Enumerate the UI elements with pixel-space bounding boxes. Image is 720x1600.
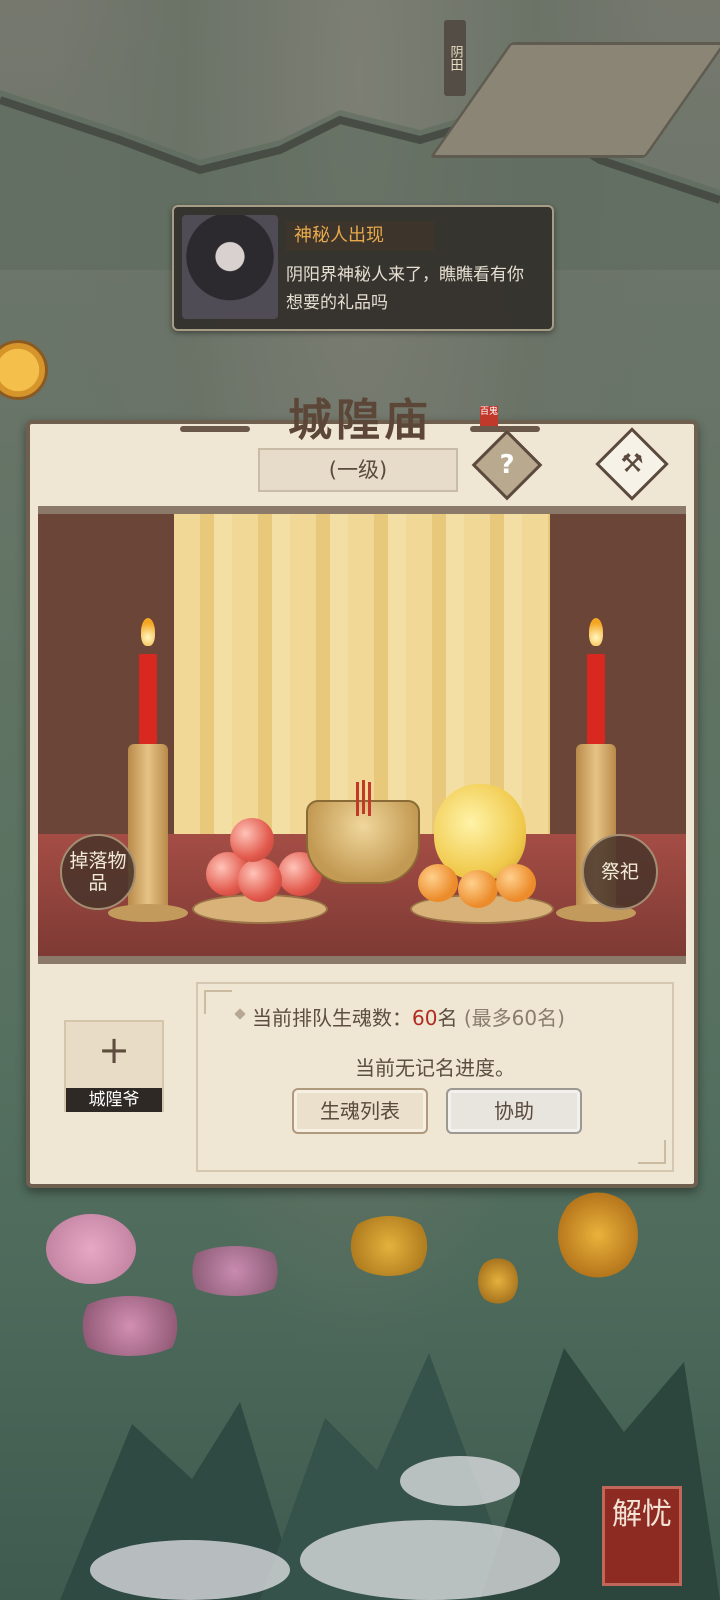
apple-offering	[238, 858, 282, 902]
deity-slot-label: 城隍爷	[66, 1088, 162, 1112]
candle-right	[587, 654, 605, 744]
worship-button[interactable]: 祭祀	[582, 834, 658, 910]
orange-offering	[418, 864, 458, 902]
queue-count-line: 当前排队生魂数：60名 (最多60名)	[234, 1002, 565, 1031]
cloud	[400, 1456, 520, 1506]
flower-bush	[70, 1296, 190, 1356]
golden-tree	[344, 1216, 434, 1276]
corner-ornament	[204, 990, 232, 1014]
flame-icon	[589, 618, 603, 646]
incense-stick	[368, 782, 371, 816]
queue-unit: 名	[437, 1006, 458, 1030]
title-scroll-decoration	[180, 426, 250, 432]
temple-level: (一级)	[258, 448, 458, 492]
temple-info-section: + 城隍爷 当前排队生魂数：60名 (最多60名) 当前无记名进度。 生魂列表 …	[38, 954, 686, 1176]
queue-info-box: 当前排队生魂数：60名 (最多60名) 当前无记名进度。 生魂列表 协助	[196, 982, 674, 1172]
progress-status: 当前无记名进度。	[355, 1056, 515, 1080]
notification-message: 阴阳界神秘人来了，瞧瞧看有你想要的礼品吗	[286, 265, 524, 313]
notification-title: 神秘人出现	[286, 221, 434, 251]
upgrade-button[interactable]: ⚒	[595, 427, 669, 501]
temple-pillar-right	[550, 514, 686, 834]
candle-left	[139, 654, 157, 744]
altar-scene: 掉落物品 祭祀	[38, 506, 686, 964]
hammer-icon: ⚒	[620, 449, 644, 479]
question-icon: ?	[499, 450, 515, 480]
soul-list-button[interactable]: 生魂列表	[292, 1088, 428, 1134]
drop-items-button[interactable]: 掉落物品	[60, 834, 136, 910]
flower-bush	[180, 1246, 290, 1296]
queue-count: 60	[412, 1006, 438, 1030]
panel-header: 城隍庙 百鬼	[180, 386, 540, 456]
cloud	[90, 1540, 290, 1600]
city-god-temple-panel: 城隍庙 百鬼 (一级) ? ⚒ 掉落物品 祭祀 + 城隍爷 当前排队生魂数：60…	[26, 395, 698, 1188]
incense-stick	[362, 780, 365, 814]
queue-max: (最多60名)	[463, 1006, 565, 1030]
flame-icon	[141, 618, 155, 646]
field-sign[interactable]: 阴田	[444, 20, 466, 96]
corner-ornament	[638, 1140, 666, 1164]
golden-tree	[558, 1190, 638, 1280]
cloud	[300, 1520, 560, 1600]
deity-slot[interactable]: + 城隍爷	[64, 1020, 164, 1112]
apple-offering	[230, 818, 274, 862]
queue-label: 当前排队生魂数：	[252, 1006, 412, 1030]
incense-stick	[356, 782, 359, 816]
panel-title: 城隍庙	[288, 395, 432, 446]
orange-offering	[458, 870, 498, 908]
assist-button[interactable]: 协助	[446, 1088, 582, 1134]
orange-offering	[496, 864, 536, 902]
add-icon: +	[98, 1028, 130, 1072]
golden-tree	[478, 1256, 518, 1306]
mysterious-person-avatar	[182, 215, 278, 319]
diamond-bullet-icon	[234, 1008, 246, 1020]
blossom-tree	[46, 1214, 136, 1284]
jieyou-button[interactable]: 解忧	[602, 1486, 682, 1586]
candle-stand-left	[128, 744, 168, 914]
candle-base-left	[108, 904, 188, 922]
mysterious-visitor-notification[interactable]: 神秘人出现 阴阳界神秘人来了，瞧瞧看有你想要的礼品吗	[172, 205, 554, 331]
